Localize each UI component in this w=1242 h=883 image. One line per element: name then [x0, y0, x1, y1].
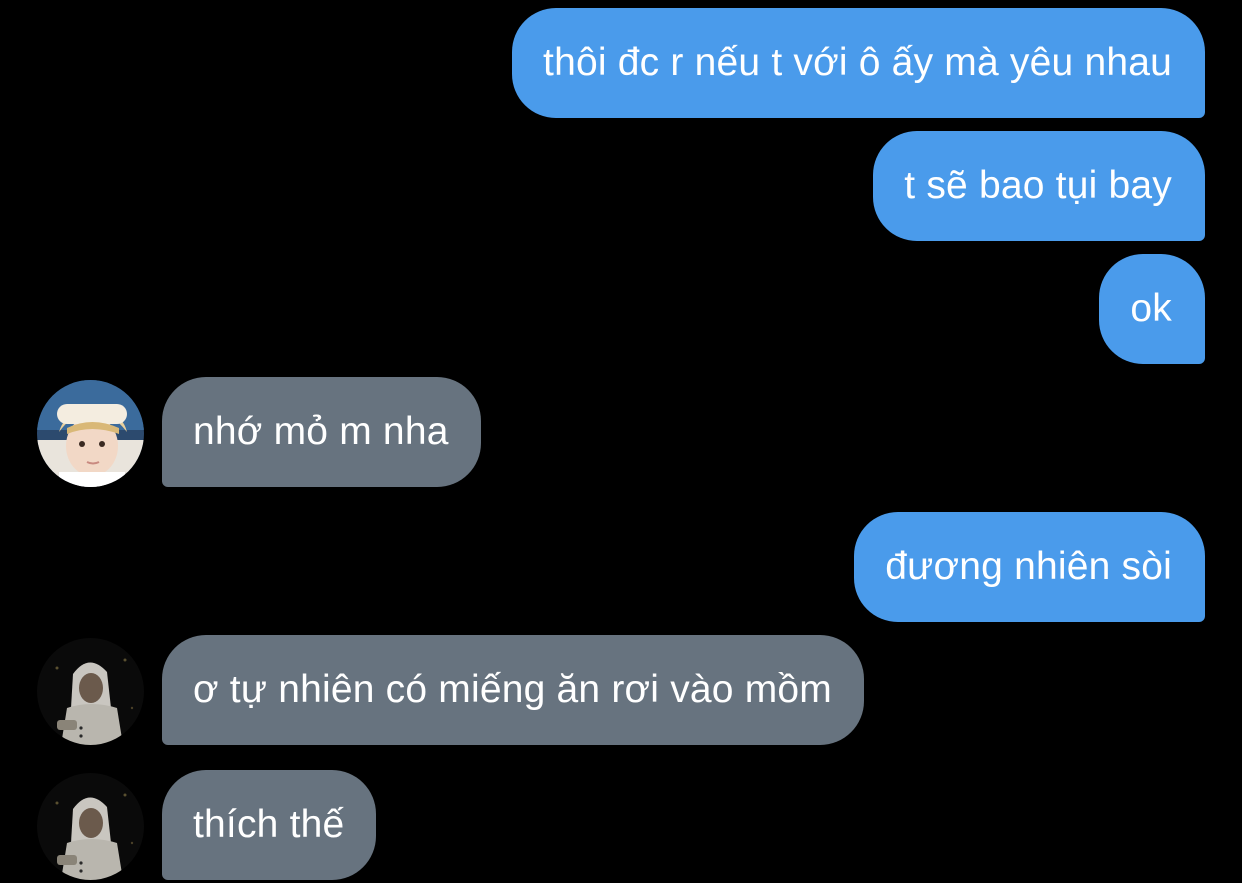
avatar-hooded-person-icon[interactable] — [37, 773, 144, 880]
outgoing-message-bubble[interactable]: t sẽ bao tụi bay — [873, 131, 1205, 241]
message-text: t sẽ bao tụi bay — [904, 164, 1172, 207]
outgoing-message-bubble[interactable]: đương nhiên sòi — [854, 512, 1205, 622]
message-text: đương nhiên sòi — [885, 545, 1172, 588]
incoming-message-bubble[interactable]: nhớ mỏ m nha — [162, 377, 481, 487]
outgoing-message-bubble[interactable]: ok — [1099, 254, 1205, 364]
message-text: ok — [1130, 287, 1172, 330]
avatar-hooded-person-icon[interactable] — [37, 638, 144, 745]
avatar-blond-boy-icon[interactable] — [37, 380, 144, 487]
message-text: ơ tự nhiên có miếng ăn rơi vào mồm — [193, 668, 832, 711]
incoming-message-bubble[interactable]: ơ tự nhiên có miếng ăn rơi vào mồm — [162, 635, 864, 745]
message-text: thôi đc r nếu t với ô ấy mà yêu nhau — [543, 41, 1172, 84]
outgoing-message-bubble[interactable]: thôi đc r nếu t với ô ấy mà yêu nhau — [512, 8, 1205, 118]
incoming-message-bubble[interactable]: thích thế — [162, 770, 377, 880]
message-text: thích thế — [193, 803, 345, 846]
chat-thread: thôi đc r nếu t với ô ấy mà yêu nhau t s… — [0, 0, 1242, 883]
message-text: nhớ mỏ m nha — [193, 410, 449, 453]
